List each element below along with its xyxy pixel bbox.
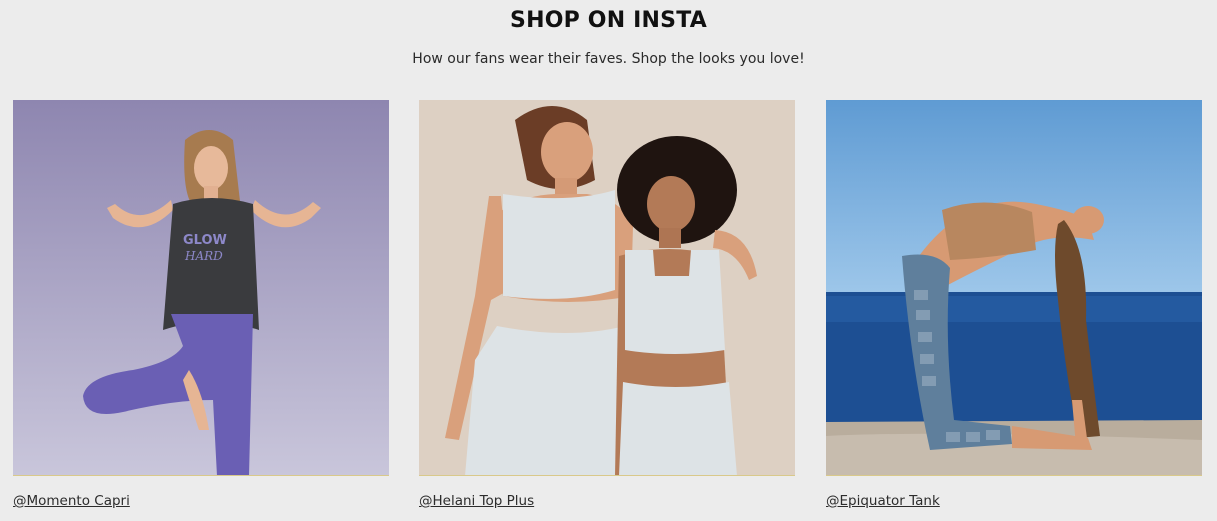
insta-post-card-1: GLOW HARD @Momento Capri (13, 100, 389, 521)
yoga-pose-photo: GLOW HARD (13, 100, 389, 475)
insta-post-card-3: @Epiquator Tank (826, 100, 1202, 521)
svg-text:HARD: HARD (184, 249, 223, 263)
insta-post-caption-2[interactable]: @Helani Top Plus (419, 493, 534, 509)
insta-post-image-3[interactable] (826, 100, 1202, 476)
section-title: SHOP ON INSTA (510, 8, 707, 33)
insta-post-image-1[interactable]: GLOW HARD (13, 100, 389, 476)
insta-post-image-2[interactable] (419, 100, 795, 476)
two-women-photo (419, 100, 795, 475)
insta-post-card-2: @Helani Top Plus (419, 100, 795, 521)
insta-post-caption-3[interactable]: @Epiquator Tank (826, 493, 940, 509)
section-subtitle: How our fans wear their faves. Shop the … (412, 51, 805, 67)
backbend-by-sea-photo (826, 100, 1202, 475)
insta-post-caption-1[interactable]: @Momento Capri (13, 493, 130, 509)
svg-text:GLOW: GLOW (183, 233, 227, 248)
